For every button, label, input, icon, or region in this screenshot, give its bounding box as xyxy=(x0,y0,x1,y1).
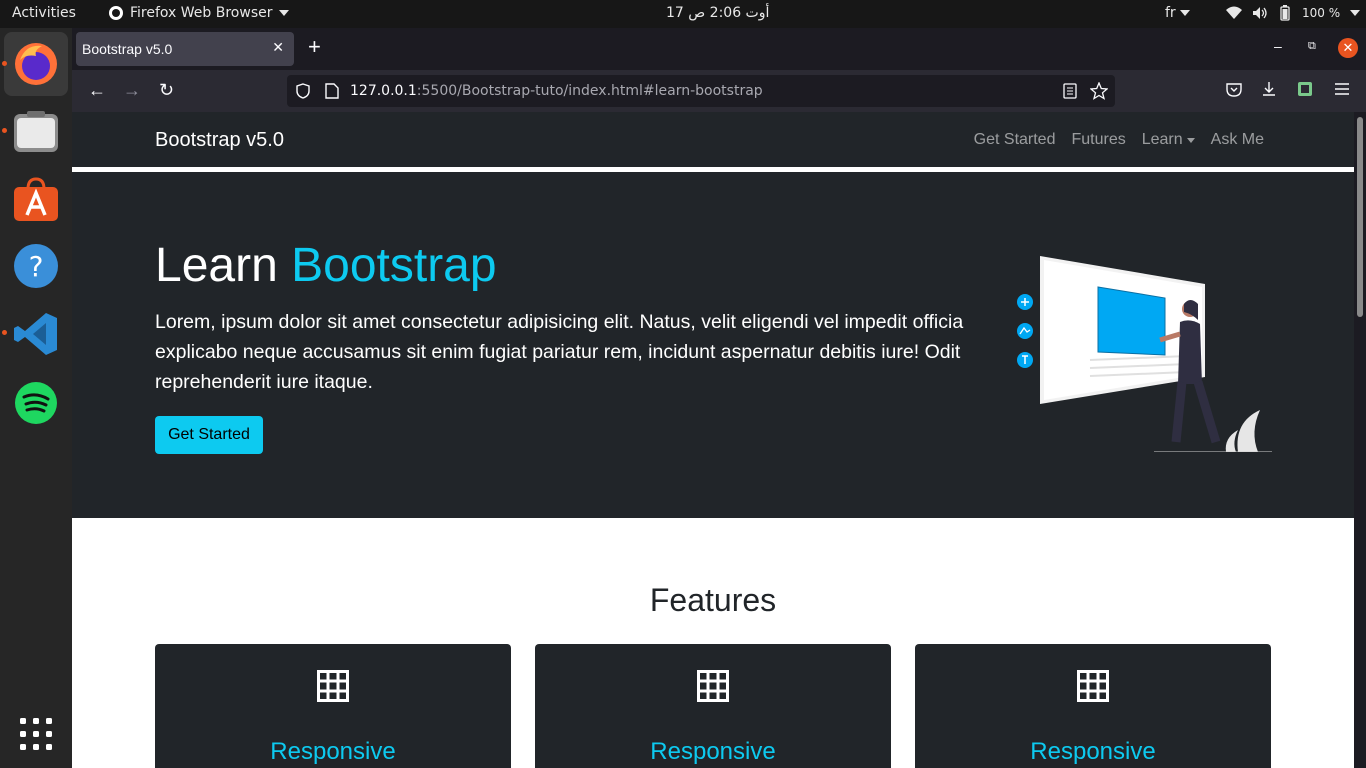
feature-card: Responsive xyxy=(535,644,891,768)
url-bar[interactable]: 127.0.0.1:5500/Bootstrap-tuto/index.html… xyxy=(287,75,1115,107)
url-path: :5500/Bootstrap-tuto/index.html#learn-bo… xyxy=(416,83,763,99)
grid-icon xyxy=(317,670,349,702)
feature-card-title: Responsive xyxy=(270,738,396,765)
dock: ? xyxy=(0,28,72,768)
downloads-icon[interactable] xyxy=(1261,81,1277,97)
chevron-down-icon xyxy=(1186,137,1195,143)
tab-bootstrap[interactable]: Bootstrap v5.0 ✕ xyxy=(76,32,294,66)
feature-card-title: Responsive xyxy=(1030,738,1156,765)
vscode-icon xyxy=(14,313,57,355)
running-indicator xyxy=(2,330,7,335)
hero-text: Lorem, ipsum dolor sit amet consectetur … xyxy=(155,311,964,393)
nav-link-get-started[interactable]: Get Started xyxy=(974,131,1056,149)
svg-text:?: ? xyxy=(29,250,44,283)
system-top-bar: Activities Firefox Web Browser 17 أوت 2:… xyxy=(0,0,1366,28)
dock-item-ubuntu-software[interactable] xyxy=(4,168,68,232)
keyboard-layout-label: fr xyxy=(1165,5,1176,21)
feature-card: Responsive xyxy=(155,644,511,768)
browser-toolbar: ← → ↻ 127.0.0.1:5500/Bootstrap-tuto/inde… xyxy=(72,70,1366,112)
app-menu-label: Firefox Web Browser xyxy=(130,5,273,21)
dock-item-help[interactable]: ? xyxy=(4,234,68,298)
url-host: 127.0.0.1 xyxy=(350,83,417,99)
hero-title: Learn Bootstrap xyxy=(155,238,497,293)
menu-icon[interactable] xyxy=(1334,81,1350,97)
help-icon: ? xyxy=(14,244,58,288)
activities-button[interactable]: Activities xyxy=(12,5,76,21)
software-store-icon xyxy=(14,177,58,221)
files-icon xyxy=(14,111,58,152)
site-brand[interactable]: Bootstrap v5.0 xyxy=(155,129,284,152)
shield-icon[interactable] xyxy=(295,83,311,99)
extension-icon[interactable] xyxy=(1297,81,1313,97)
running-indicator xyxy=(2,61,7,66)
dock-item-vscode[interactable] xyxy=(4,302,68,366)
dock-item-firefox[interactable] xyxy=(4,32,68,96)
minimize-button[interactable]: – xyxy=(1274,38,1282,54)
nav-dropdown-learn[interactable]: Learn xyxy=(1142,131,1195,149)
firefox-small-icon xyxy=(109,6,123,20)
app-menu[interactable]: Firefox Web Browser xyxy=(108,5,289,21)
bookmark-star-icon[interactable] xyxy=(1090,82,1108,100)
hero-title-plain: Learn xyxy=(155,239,292,292)
nav-link-learn: Learn xyxy=(1141,131,1183,148)
hero-section: Learn Bootstrap Lorem, ipsum dolor sit a… xyxy=(72,172,1354,518)
chevron-down-icon xyxy=(1179,10,1190,16)
grid-icon xyxy=(1077,670,1109,702)
hero-title-accent: Bootstrap xyxy=(291,239,497,292)
forward-button[interactable]: → xyxy=(123,80,141,100)
web-page: Bootstrap v5.0 Get Started Futures Learn… xyxy=(72,112,1354,768)
tab-title: Bootstrap v5.0 xyxy=(82,41,173,57)
app-grid-icon xyxy=(20,718,52,750)
nav-link-ask-me[interactable]: Ask Me xyxy=(1211,131,1264,149)
keyboard-layout-menu[interactable]: fr xyxy=(1165,5,1190,21)
feature-card: Responsive xyxy=(915,644,1271,768)
dock-item-spotify[interactable] xyxy=(4,371,68,435)
dock-item-files[interactable] xyxy=(4,100,68,164)
site-navbar: Bootstrap v5.0 Get Started Futures Learn… xyxy=(72,112,1354,167)
grid-icon xyxy=(697,670,729,702)
wifi-icon xyxy=(1226,6,1242,19)
back-button[interactable]: ← xyxy=(88,80,106,100)
close-tab-icon[interactable]: ✕ xyxy=(272,39,284,56)
get-started-button[interactable]: Get Started xyxy=(155,416,263,454)
close-window-button[interactable]: ✕ xyxy=(1338,38,1358,58)
browser-tab-bar: Bootstrap v5.0 ✕ + – ⧉ ✕ xyxy=(72,28,1366,70)
nav-link-futures[interactable]: Futures xyxy=(1071,131,1125,149)
clock[interactable]: 17 أوت 2:06 ص xyxy=(666,5,769,21)
volume-icon xyxy=(1253,7,1267,19)
show-apps-button[interactable] xyxy=(20,718,52,755)
spotify-icon xyxy=(15,382,57,424)
pocket-icon[interactable] xyxy=(1226,81,1242,97)
page-scrollbar[interactable] xyxy=(1354,112,1366,768)
reader-view-icon[interactable] xyxy=(1063,83,1077,99)
feature-card-title: Responsive xyxy=(650,738,776,765)
new-tab-button[interactable]: + xyxy=(308,36,321,58)
maximize-button[interactable]: ⧉ xyxy=(1308,40,1316,53)
site-nav-links: Get Started Futures Learn Ask Me xyxy=(974,131,1264,149)
scrollbar-thumb[interactable] xyxy=(1357,117,1363,317)
features-heading: Features xyxy=(649,582,777,618)
hero-illustration xyxy=(1017,256,1272,452)
reload-button[interactable]: ↻ xyxy=(159,80,174,100)
battery-icon xyxy=(1280,5,1290,21)
url-text[interactable]: 127.0.0.1:5500/Bootstrap-tuto/index.html… xyxy=(350,83,763,99)
page-icon[interactable] xyxy=(325,83,339,99)
battery-percentage: 100 % xyxy=(1302,6,1341,20)
firefox-icon xyxy=(15,43,57,85)
system-tray[interactable]: 100 % xyxy=(1226,5,1361,21)
chevron-down-icon xyxy=(1350,10,1361,16)
chevron-down-icon xyxy=(278,10,289,16)
running-indicator xyxy=(2,128,7,133)
